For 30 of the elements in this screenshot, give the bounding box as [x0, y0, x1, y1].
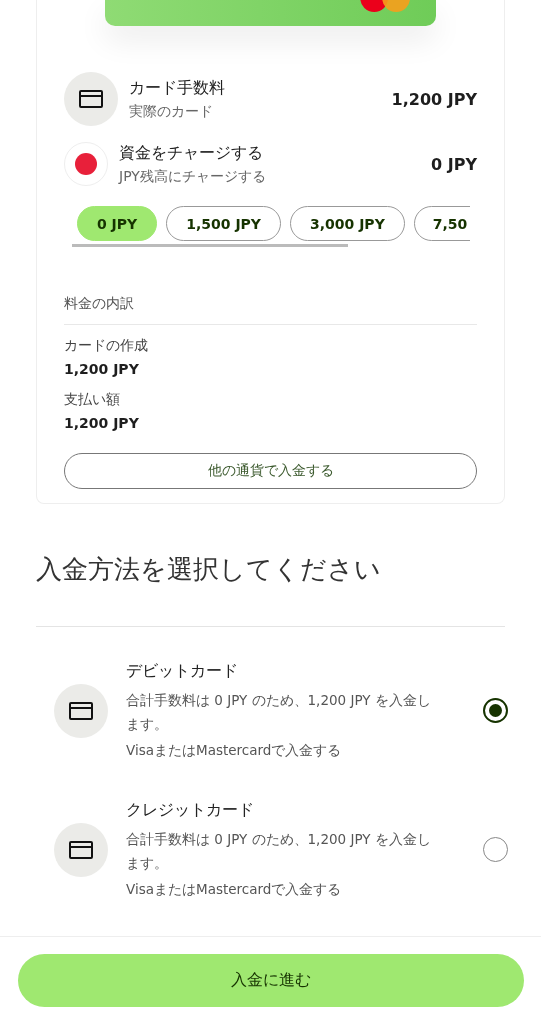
method-title: デビットカード: [126, 661, 239, 682]
fee-title: カード手数料: [129, 77, 226, 99]
method-description: 合計手数料は 0 JPY のため、1,200 JPY を入金します。: [126, 691, 432, 734]
flag-icon: [64, 142, 108, 186]
fee-title: 資金をチャージする: [119, 142, 264, 164]
breakdown-value: 1,200 JPY: [64, 361, 140, 377]
breakdown-value: 1,200 JPY: [64, 415, 140, 431]
card-icon: [79, 90, 103, 108]
heading: 入金方法を選択してください: [36, 553, 382, 586]
section-title: 料金の内訳: [64, 295, 477, 325]
fee-subtitle: JPY残高にチャージする: [119, 167, 267, 186]
amount-chip[interactable]: 3,000 JPY: [290, 206, 405, 241]
radio-button[interactable]: [483, 698, 508, 723]
method-title: クレジットカード: [126, 800, 255, 821]
amount-chip[interactable]: 1,500 JPY: [166, 206, 281, 241]
card-icon: [69, 701, 93, 720]
continue-button[interactable]: 入金に進む: [17, 954, 524, 1007]
amount-chip[interactable]: 0 JPY: [77, 206, 158, 241]
fee-amount: 1,200 JPY: [391, 89, 477, 109]
fee-subtitle: 実際のカード: [129, 102, 214, 121]
fee-amount: 0 JPY: [431, 154, 477, 174]
method-description: 合計手数料は 0 JPY のため、1,200 JPY を入金します。: [126, 830, 432, 873]
card-icon: [69, 840, 93, 859]
radio-button[interactable]: [483, 837, 508, 862]
other-currency-button[interactable]: 他の通貨で入金する: [64, 453, 477, 489]
amount-chip[interactable]: 7,50: [413, 206, 470, 241]
method-note: VisaまたはMastercardで入金する: [126, 742, 343, 760]
breakdown-label: カードの作成: [64, 337, 149, 355]
breakdown-label: 支払い額: [64, 391, 121, 409]
method-note: VisaまたはMastercardで入金する: [126, 881, 343, 899]
